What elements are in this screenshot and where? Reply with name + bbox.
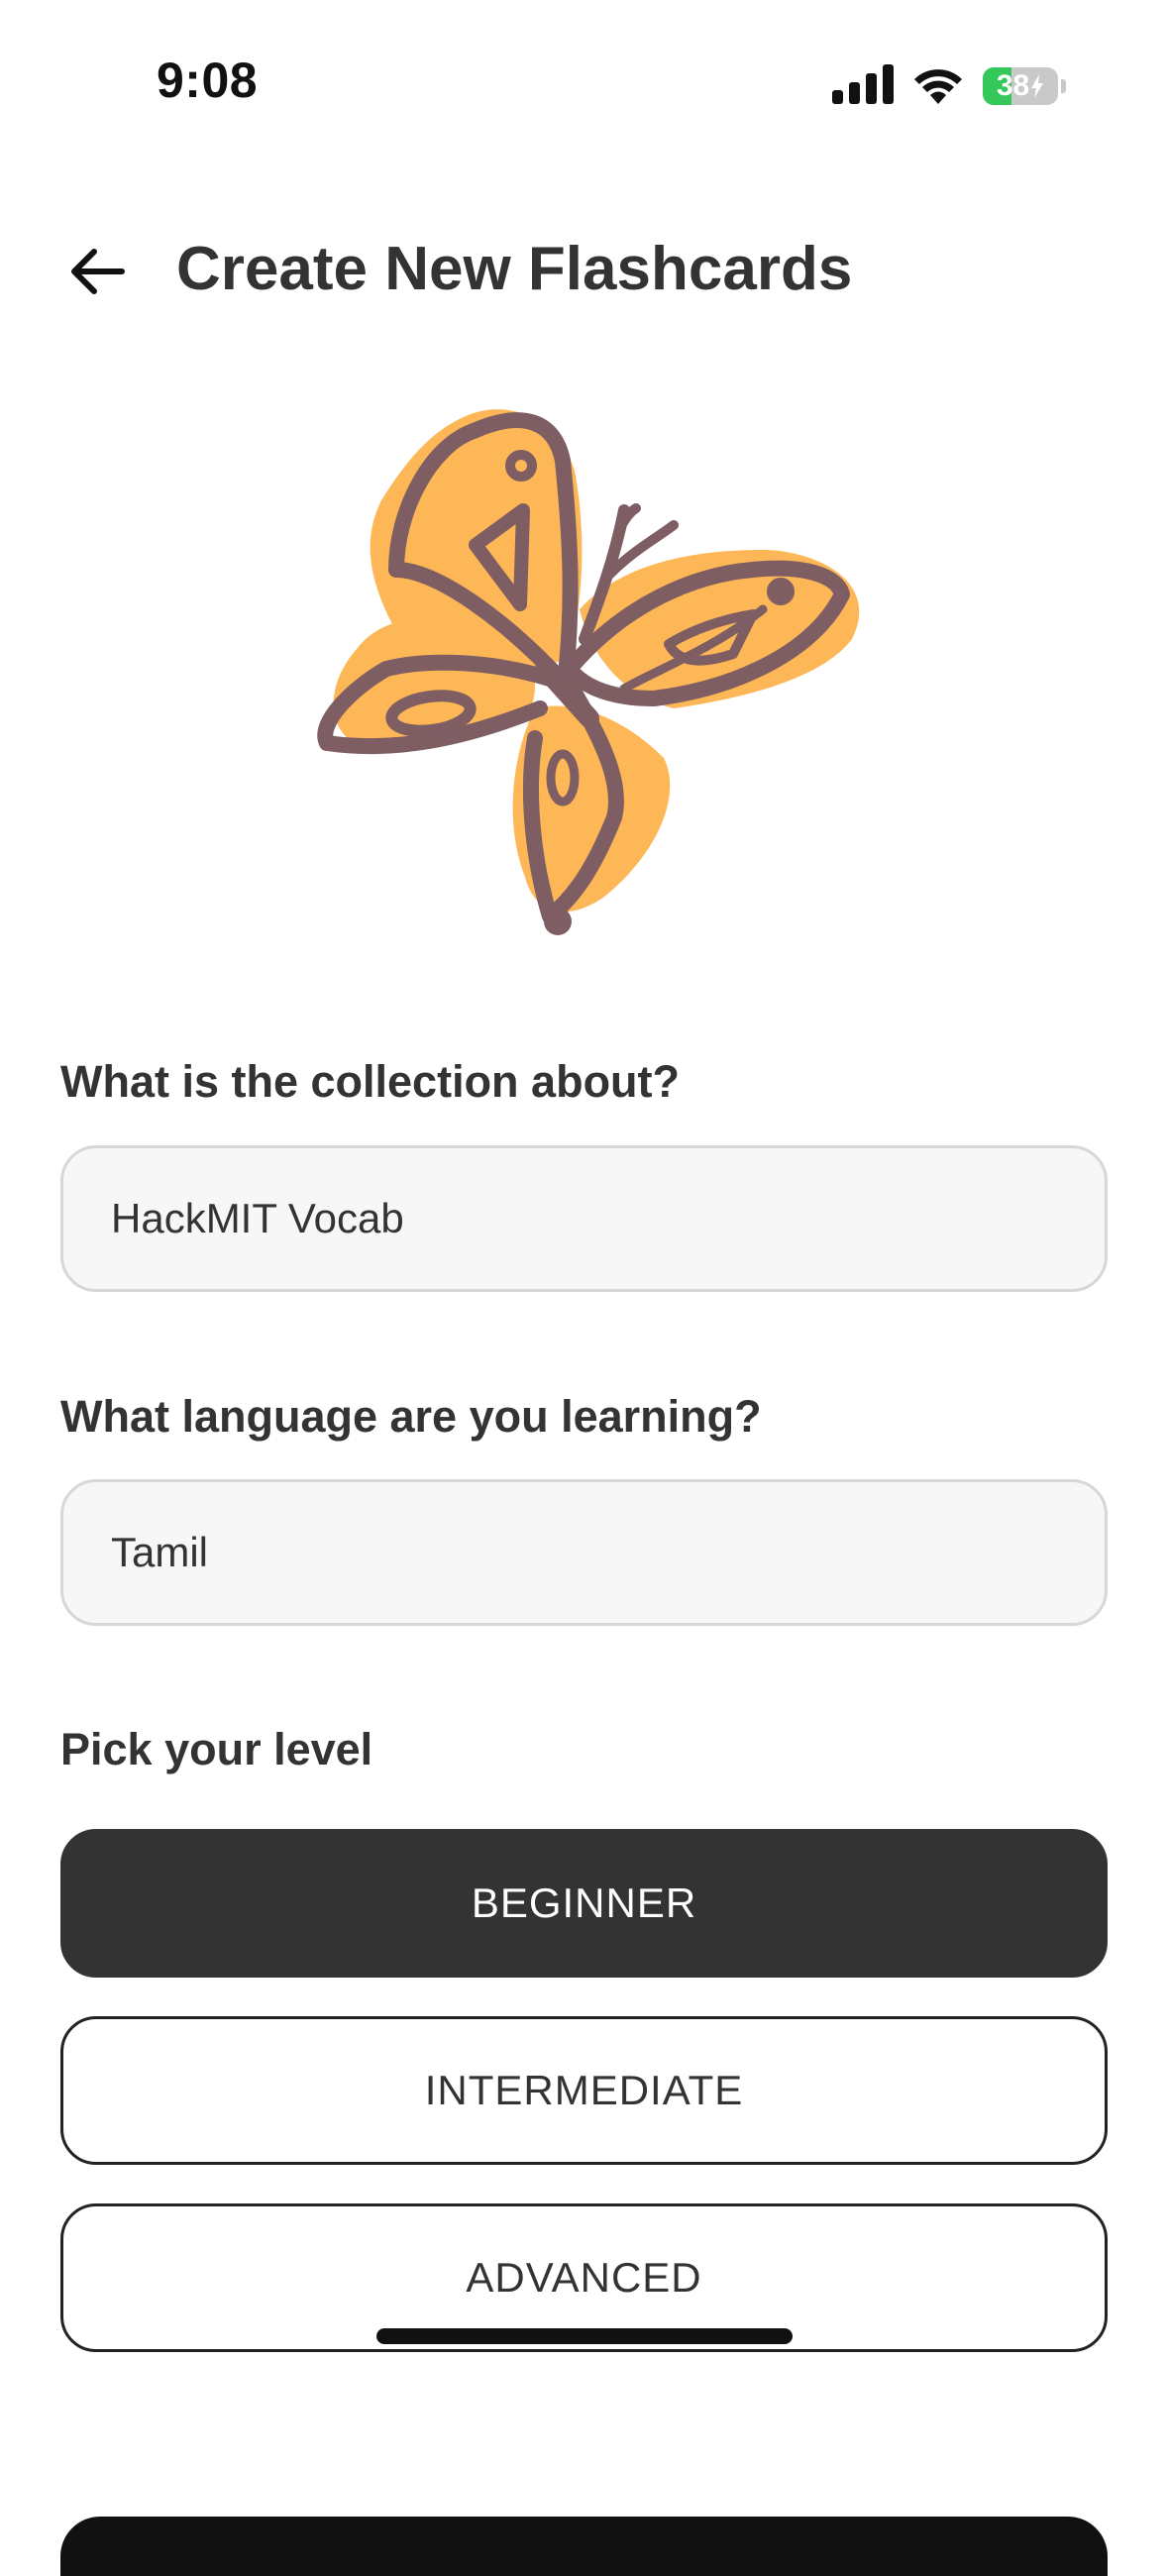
language-label: What language are you learning? (60, 1391, 762, 1442)
collection-field[interactable] (60, 1145, 1108, 1292)
home-indicator (376, 2328, 793, 2344)
back-button[interactable] (57, 234, 137, 313)
cellular-signal-icon (832, 63, 894, 109)
charging-bolt-icon (1031, 74, 1044, 98)
battery-cap (1061, 79, 1066, 93)
battery-percent: 38 (996, 69, 1030, 102)
arrow-left-icon (68, 247, 126, 301)
bottom-button-edge[interactable] (60, 2517, 1108, 2576)
collection-label: What is the collection about? (60, 1056, 681, 1107)
level-beginner-button[interactable]: BEGINNER (60, 1829, 1108, 1978)
wifi-icon (911, 64, 965, 109)
status-time: 9:08 (157, 53, 259, 108)
language-field[interactable] (60, 1479, 1108, 1626)
battery-charging-icon: 38 (983, 67, 1058, 105)
page-title: Create New Flashcards (176, 235, 853, 303)
level-intermediate-button[interactable]: INTERMEDIATE (60, 2016, 1108, 2165)
language-input[interactable] (111, 1529, 1105, 1576)
butterfly-illustration (297, 401, 872, 936)
level-label: Pick your level (60, 1724, 373, 1774)
collection-input[interactable] (111, 1195, 1105, 1242)
status-icons: 38 (832, 61, 1066, 111)
